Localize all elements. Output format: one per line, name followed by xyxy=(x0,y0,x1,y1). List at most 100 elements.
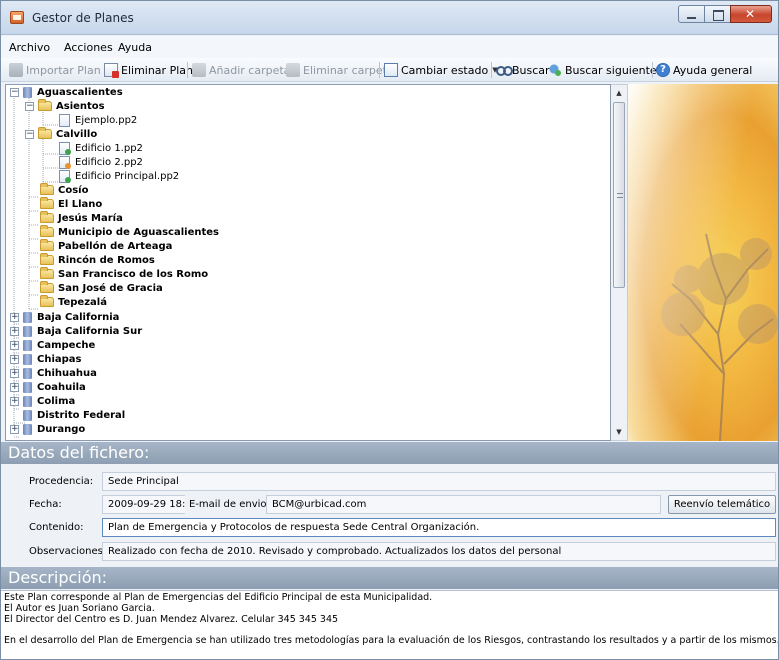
file-data-header: Datos del fichero: xyxy=(1,442,778,464)
database-icon xyxy=(23,353,32,365)
tree-scrollbar[interactable]: ▲ ▼ xyxy=(611,84,628,441)
folder-icon xyxy=(38,99,52,111)
collapse-toggle[interactable]: − xyxy=(10,87,19,97)
tree-state-item[interactable]: + Chihuahua xyxy=(10,366,97,380)
menu-archivo[interactable]: Archivo xyxy=(9,41,50,54)
tree-state-item[interactable]: + Baja California xyxy=(10,310,119,324)
tree-file-edificio1[interactable]: Edificio 1.pp2 xyxy=(59,141,143,155)
database-icon xyxy=(23,325,32,337)
search-button[interactable]: Buscar xyxy=(495,62,550,78)
tree-file-edificio-principal[interactable]: Edificio Principal.pp2 xyxy=(59,169,179,183)
folder-icon xyxy=(40,197,54,209)
app-window: Gestor de Planes Archivo Acciones Ayuda … xyxy=(0,0,779,660)
plans-tree[interactable]: − Aguascalientes − Asientos Ejemplo.pp2 … xyxy=(5,84,611,441)
tree-node-label: Calvillo xyxy=(56,128,98,140)
delete-plan-button[interactable]: Eliminar Plan xyxy=(104,62,193,78)
maximize-button[interactable] xyxy=(704,5,730,23)
tree-node-label: Colima xyxy=(37,395,76,407)
app-icon xyxy=(10,11,24,24)
delete-plan-icon xyxy=(104,63,119,78)
observaciones-label: Observaciones: xyxy=(29,546,107,557)
menu-ayuda[interactable]: Ayuda xyxy=(118,41,152,54)
menu-acciones[interactable]: Acciones xyxy=(64,41,113,54)
tree-state-item[interactable]: + Campeche xyxy=(10,338,95,352)
collapse-toggle[interactable]: − xyxy=(25,101,34,111)
description-line: En el desarrollo del Plan de Emergencia … xyxy=(4,635,778,646)
tree-folder-item[interactable]: El Llano xyxy=(40,197,102,211)
minimize-button[interactable] xyxy=(678,5,704,23)
delete-folder-icon xyxy=(286,63,300,77)
database-icon xyxy=(23,311,32,323)
fecha-label: Fecha: xyxy=(29,499,62,510)
tree-folder-item[interactable]: Cosío xyxy=(40,183,88,197)
collapse-toggle[interactable]: − xyxy=(25,129,34,139)
delete-folder-label: Eliminar carpeta xyxy=(303,63,394,77)
tree-node-label: Chihuahua xyxy=(37,367,97,379)
folder-icon xyxy=(40,253,54,265)
document-warning-icon xyxy=(59,155,71,169)
expand-toggle[interactable]: + xyxy=(10,326,19,336)
tree-state-item[interactable]: + Durango xyxy=(10,422,85,436)
help-button[interactable]: ? Ayuda general xyxy=(656,62,752,78)
tree-folder-item[interactable]: San Francisco de los Romo xyxy=(40,267,208,281)
tree-folder-item[interactable]: Municipio de Aguascalientes xyxy=(40,225,219,239)
scroll-up-arrow-icon[interactable]: ▲ xyxy=(611,85,627,101)
tree-state-item[interactable]: + Chiapas xyxy=(10,352,82,366)
add-folder-button[interactable]: Añadir carpeta xyxy=(192,62,290,78)
tree-state-item[interactable]: + Coahuila xyxy=(10,380,86,394)
tree-node-calvillo[interactable]: − Calvillo xyxy=(25,127,97,141)
search-next-button[interactable]: Buscar siguiente xyxy=(548,62,657,78)
resend-button[interactable]: Reenvío telemático xyxy=(668,495,776,514)
procedencia-label: Procedencia: xyxy=(29,476,94,487)
tree-node-label: Edificio Principal.pp2 xyxy=(75,170,180,182)
expand-toggle[interactable]: + xyxy=(10,424,19,434)
tree-node-asientos[interactable]: − Asientos xyxy=(25,99,105,113)
grip-icon xyxy=(617,193,623,198)
expand-toggle[interactable]: + xyxy=(10,382,19,392)
contenido-label: Contenido: xyxy=(29,522,84,533)
folder-icon xyxy=(40,267,54,279)
tree-folder-item[interactable]: San José de Gracia xyxy=(40,281,163,295)
search-label: Buscar xyxy=(512,63,550,77)
tree-folder-item[interactable]: Tepezalá xyxy=(40,295,107,309)
tree-node-label: El Llano xyxy=(58,198,103,210)
search-next-label: Buscar siguiente xyxy=(565,63,657,77)
add-folder-icon xyxy=(192,63,206,77)
scroll-thumb[interactable] xyxy=(613,102,625,288)
contenido-field[interactable]: Plan de Emergencia y Protocolos de respu… xyxy=(102,518,776,537)
change-state-button[interactable]: Cambiar estado ▼ xyxy=(384,62,498,78)
expand-toggle[interactable]: + xyxy=(10,312,19,322)
database-icon xyxy=(23,409,32,421)
expand-toggle[interactable]: + xyxy=(10,340,19,350)
tree-state-item[interactable]: + Baja California Sur xyxy=(10,324,142,338)
observaciones-field[interactable]: Realizado con fecha de 2010. Revisado y … xyxy=(102,542,776,561)
window-title: Gestor de Planes xyxy=(32,11,134,25)
expand-toggle[interactable]: + xyxy=(10,368,19,378)
folder-icon xyxy=(40,239,54,251)
tree-folder-item[interactable]: Jesús María xyxy=(40,211,123,225)
procedencia-field[interactable]: Sede Principal xyxy=(102,472,776,491)
scroll-down-arrow-icon[interactable]: ▼ xyxy=(611,424,627,440)
help-icon: ? xyxy=(656,63,670,77)
email-field[interactable]: BCM@urbicad.com xyxy=(266,495,661,514)
database-icon xyxy=(23,381,32,393)
tree-folder-item[interactable]: Pabellón de Arteaga xyxy=(40,239,172,253)
expand-toggle[interactable]: + xyxy=(10,354,19,364)
toolbar: Importar Plan Eliminar Plan Añadir carpe… xyxy=(1,58,778,82)
close-button[interactable] xyxy=(730,5,772,23)
search-next-icon xyxy=(548,63,562,77)
tree-file-ejemplo[interactable]: Ejemplo.pp2 xyxy=(59,113,137,127)
title-bar: Gestor de Planes xyxy=(1,1,778,35)
tree-file-edificio2[interactable]: Edificio 2.pp2 xyxy=(59,155,143,169)
description-textarea[interactable]: Este Plan corresponde al Plan de Emergen… xyxy=(1,590,778,659)
toolbar-separator xyxy=(652,62,653,78)
database-icon xyxy=(23,86,32,98)
expand-toggle[interactable]: + xyxy=(10,396,19,406)
delete-folder-button[interactable]: Eliminar carpeta xyxy=(286,62,394,78)
tree-state-item[interactable]: + Colima xyxy=(10,394,75,408)
import-plan-button[interactable]: Importar Plan xyxy=(9,62,101,78)
tree-folder-item[interactable]: Rincón de Romos xyxy=(40,253,155,267)
fecha-field[interactable]: 2009-09-29 18:37 xyxy=(102,495,185,514)
tree-node-aguascalientes[interactable]: − Aguascalientes xyxy=(10,85,123,99)
tree-state-item[interactable]: Distrito Federal xyxy=(10,408,125,422)
